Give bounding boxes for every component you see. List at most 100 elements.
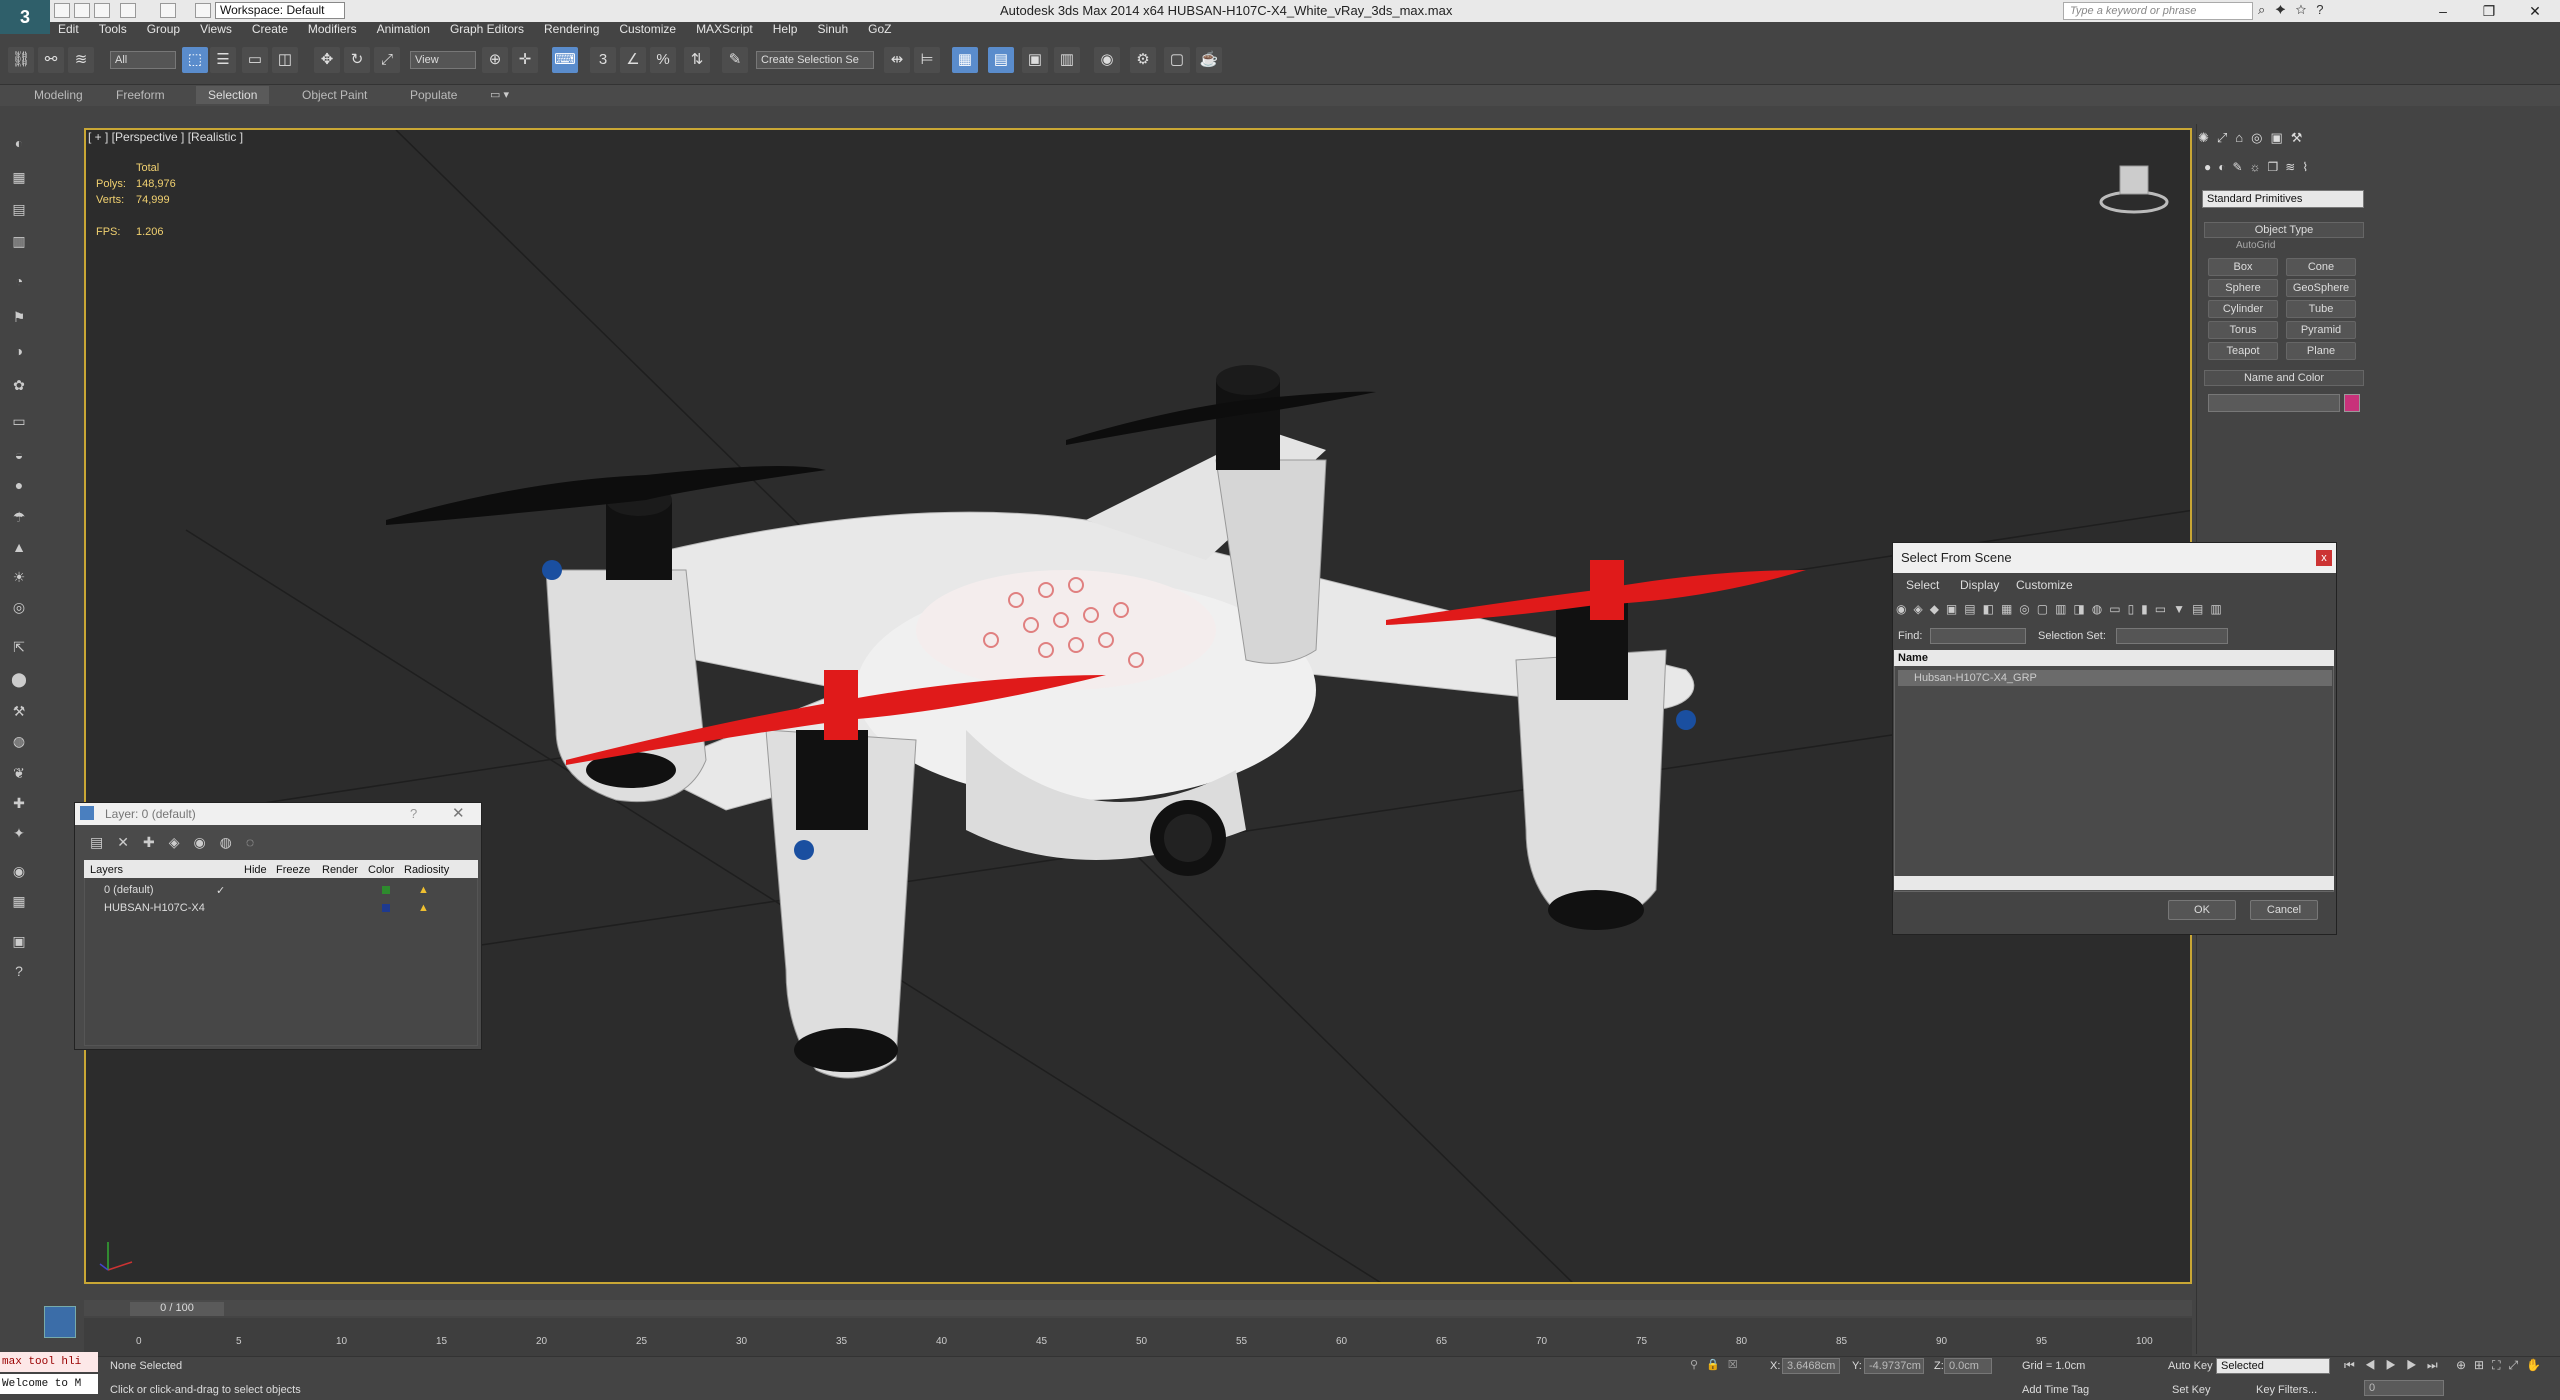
- layer-toolbar-icons[interactable]: ▤✕✚◈◉◍◌: [90, 834, 268, 851]
- set-key-button[interactable]: Set Key: [2172, 1384, 2211, 1396]
- sphere-button[interactable]: Sphere: [2208, 279, 2278, 297]
- select-by-name-icon[interactable]: ☰: [210, 47, 236, 73]
- ribbon-options-icon[interactable]: ▭ ▾: [490, 88, 509, 101]
- scene-explorer-icon[interactable]: ▦: [952, 47, 978, 73]
- y-coordinate-field[interactable]: -4.9737cm: [1864, 1358, 1924, 1374]
- strip-icon-25[interactable]: ▣: [8, 930, 30, 952]
- maxscript-listener-line1[interactable]: max tool hli: [0, 1352, 98, 1372]
- search-input[interactable]: Type a keyword or phrase: [2063, 2, 2253, 20]
- menu-item[interactable]: Edit: [58, 22, 79, 36]
- minimize-button[interactable]: –: [2420, 0, 2466, 22]
- sfs-menu-select[interactable]: Select: [1906, 578, 1939, 592]
- workspace-dropdown[interactable]: Workspace: Default: [215, 2, 345, 19]
- new-file-icon[interactable]: [54, 3, 70, 18]
- col-freeze[interactable]: Freeze: [276, 864, 310, 876]
- strip-icon-12[interactable]: ☂: [8, 506, 30, 528]
- tab-selection[interactable]: Selection: [196, 86, 270, 104]
- menu-item[interactable]: Create: [252, 22, 288, 36]
- pyramid-button[interactable]: Pyramid: [2286, 321, 2356, 339]
- cone-button[interactable]: Cone: [2286, 258, 2356, 276]
- scale-icon[interactable]: ⤢: [374, 47, 400, 73]
- command-panel-tabs-icons[interactable]: ✺⤢⌂◎▣⚒: [2198, 130, 2368, 146]
- strip-icon-15[interactable]: ◎: [8, 596, 30, 618]
- unlink-icon[interactable]: ⚯: [38, 47, 64, 73]
- strip-icon-22[interactable]: ✦: [8, 822, 30, 844]
- tube-button[interactable]: Tube: [2286, 300, 2356, 318]
- sfs-item-name[interactable]: Hubsan-H107C-X4_GRP: [1914, 672, 2037, 684]
- menu-item[interactable]: Tools: [99, 22, 127, 36]
- strip-icon-18[interactable]: ⚒: [8, 700, 30, 722]
- app-logo-icon[interactable]: 3: [0, 0, 50, 34]
- add-time-tag[interactable]: Add Time Tag: [2022, 1384, 2089, 1396]
- percent-snap-icon[interactable]: %: [650, 47, 676, 73]
- time-slider-thumb[interactable]: 0 / 100: [130, 1302, 224, 1316]
- sfs-find-input[interactable]: [1930, 628, 2026, 644]
- primitive-category-dropdown[interactable]: Standard Primitives: [2202, 190, 2364, 208]
- key-filters-button[interactable]: Key Filters...: [2256, 1384, 2317, 1396]
- auto-key-button[interactable]: Auto Key: [2168, 1360, 2213, 1372]
- select-manipulate-icon[interactable]: ✛: [512, 47, 538, 73]
- layer-row-name[interactable]: 0 (default): [104, 884, 224, 896]
- sfs-horizontal-scrollbar[interactable]: [1894, 876, 2334, 890]
- x-coordinate-field[interactable]: 3.6468cm: [1782, 1358, 1840, 1374]
- close-button[interactable]: ✕: [2512, 0, 2558, 22]
- curve-editor-icon[interactable]: ▥: [1054, 47, 1080, 73]
- strip-icon-6[interactable]: ⚑: [8, 306, 30, 328]
- layer-dialog-title[interactable]: Layer: 0 (default): [75, 803, 481, 825]
- layer-row-name[interactable]: HUBSAN-H107C-X4: [104, 902, 224, 914]
- z-coordinate-field[interactable]: 0.0cm: [1944, 1358, 1992, 1374]
- material-editor-icon[interactable]: ◉: [1094, 47, 1120, 73]
- sfs-menu-display[interactable]: Display: [1960, 578, 1999, 592]
- strip-icon-7[interactable]: ◑: [8, 340, 30, 362]
- sfs-menu-customize[interactable]: Customize: [2016, 578, 2073, 592]
- object-type-rollout[interactable]: Object Type: [2204, 222, 2364, 238]
- strip-icon-8[interactable]: ✿: [8, 374, 30, 396]
- strip-icon-24[interactable]: ▦: [8, 890, 30, 912]
- strip-icon-1[interactable]: ◐: [8, 132, 30, 154]
- strip-icon-21[interactable]: ✚: [8, 792, 30, 814]
- menu-item[interactable]: Views: [200, 22, 232, 36]
- create-category-icons[interactable]: ●◐✎☼❐≋⌇: [2204, 160, 2374, 176]
- align-icon[interactable]: ⊨: [914, 47, 940, 73]
- infocenter-icons[interactable]: ⌕✦☆?: [2258, 2, 2368, 20]
- tab-freeform[interactable]: Freeform: [104, 86, 177, 104]
- tab-populate[interactable]: Populate: [398, 86, 469, 104]
- current-frame-field[interactable]: 0: [2364, 1380, 2444, 1396]
- selection-filter-dropdown[interactable]: All: [110, 51, 176, 69]
- rect-selection-icon[interactable]: ▭: [242, 47, 268, 73]
- menu-item[interactable]: Help: [773, 22, 798, 36]
- save-file-icon[interactable]: [94, 3, 110, 18]
- tab-modeling[interactable]: Modeling: [22, 86, 95, 104]
- name-and-color-rollout[interactable]: Name and Color: [2204, 370, 2364, 386]
- time-slider[interactable]: [84, 1300, 2192, 1316]
- rendered-frame-icon[interactable]: ▢: [1164, 47, 1190, 73]
- render-setup-icon[interactable]: ⚙: [1130, 47, 1156, 73]
- box-button[interactable]: Box: [2208, 258, 2278, 276]
- lock-selection-icons[interactable]: ⚲🔒☒: [1690, 1358, 1746, 1371]
- snaps-toggle-icon[interactable]: 3: [590, 47, 616, 73]
- named-selection-sets-dropdown[interactable]: Create Selection Se: [756, 51, 874, 69]
- layer-color-swatch[interactable]: [382, 904, 390, 912]
- object-name-field[interactable]: [2208, 394, 2340, 412]
- strip-icon-3[interactable]: ▤: [8, 198, 30, 220]
- strip-icon-17[interactable]: ⬤: [8, 668, 30, 690]
- perspective-viewport[interactable]: [84, 128, 2192, 1284]
- menu-item[interactable]: MAXScript: [696, 22, 753, 36]
- spinner-snap-icon[interactable]: ⇅: [684, 47, 710, 73]
- angle-snap-icon[interactable]: ∠: [620, 47, 646, 73]
- layer-active-check-icon[interactable]: ✓: [216, 884, 225, 897]
- strip-icon-13[interactable]: ▲: [8, 536, 30, 558]
- torus-button[interactable]: Torus: [2208, 321, 2278, 339]
- col-color[interactable]: Color: [368, 864, 394, 876]
- mini-curve-editor-icon[interactable]: [44, 1306, 76, 1338]
- menu-item[interactable]: Sinuh: [817, 22, 848, 36]
- geosphere-button[interactable]: GeoSphere: [2286, 279, 2356, 297]
- edit-named-sets-icon[interactable]: ✎: [722, 47, 748, 73]
- viewport-label[interactable]: [ + ] [Perspective ] [Realistic ]: [88, 130, 243, 144]
- strip-icon-23[interactable]: ◉: [8, 860, 30, 882]
- ref-coord-dropdown[interactable]: View: [410, 51, 476, 69]
- col-radiosity[interactable]: Radiosity: [404, 864, 449, 876]
- plane-button[interactable]: Plane: [2286, 342, 2356, 360]
- strip-icon-2[interactable]: ▦: [8, 166, 30, 188]
- menu-item[interactable]: Rendering: [544, 22, 599, 36]
